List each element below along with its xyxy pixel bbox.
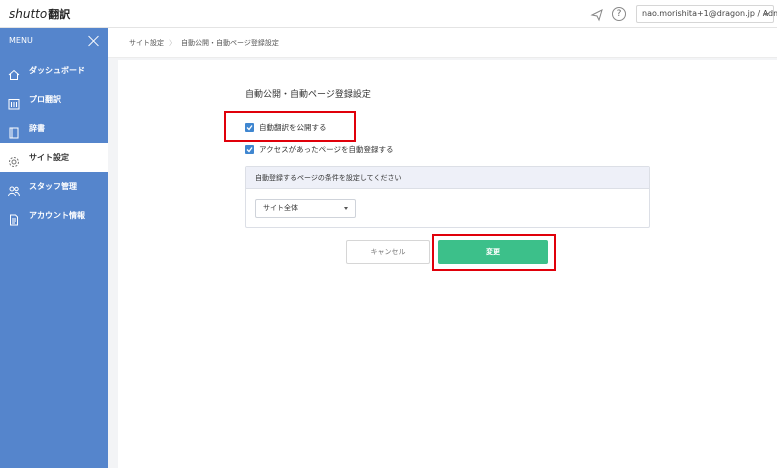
condition-select-value: サイト全体 xyxy=(263,204,298,212)
sidebar-nav: ダッシュボード プロ翻訳 辞書 サイト設定 スタッフ管理 アカウント情報 xyxy=(0,56,108,230)
sidebar-item-account[interactable]: アカウント情報 xyxy=(0,201,108,230)
logo-suffix: 翻訳 xyxy=(48,8,71,21)
sidebar-item-label: スタッフ管理 xyxy=(29,182,77,191)
users-icon xyxy=(8,180,20,197)
checkbox-checked-icon[interactable] xyxy=(245,145,254,154)
breadcrumb: サイト設定〉自動公開・自動ページ登録設定 xyxy=(108,28,777,58)
sidebar-item-pro-translation[interactable]: プロ翻訳 xyxy=(0,85,108,114)
document-icon xyxy=(8,209,20,226)
cancel-button[interactable]: キャンセル xyxy=(346,240,430,264)
highlight-box-submit xyxy=(432,234,556,271)
sidebar-item-dashboard[interactable]: ダッシュボード xyxy=(0,56,108,85)
gear-icon xyxy=(8,151,20,167)
book-icon xyxy=(8,122,20,139)
sidebar-item-label: プロ翻訳 xyxy=(29,95,61,104)
home-icon xyxy=(8,64,20,80)
sidebar-item-label: 辞書 xyxy=(29,124,45,133)
chevron-down-icon xyxy=(763,13,769,16)
close-icon[interactable] xyxy=(88,35,100,47)
checkbox-label: アクセスがあったページを自動登録する xyxy=(259,145,394,154)
calendar-icon xyxy=(8,93,20,110)
logo-text: shutto xyxy=(9,7,48,21)
user-menu-dropdown[interactable]: nao.morishita+1@dragon.jp / Admin xyxy=(636,5,777,23)
sidebar-menu-header: MENU xyxy=(0,28,108,54)
sidebar-item-site-settings[interactable]: サイト設定 xyxy=(0,143,108,172)
help-icon[interactable]: ? xyxy=(612,7,626,21)
sidebar-item-label: ダッシュボード xyxy=(29,66,85,75)
app-logo[interactable]: shutto翻訳 xyxy=(9,6,70,22)
condition-heading: 自動登録するページの条件を設定してください xyxy=(246,167,649,189)
sidebar-item-label: サイト設定 xyxy=(29,153,69,162)
condition-panel: 自動登録するページの条件を設定してください サイト全体 xyxy=(245,166,650,228)
page-title: 自動公開・自動ページ登録設定 xyxy=(245,90,371,100)
breadcrumb-item-current: 自動公開・自動ページ登録設定 xyxy=(181,39,279,47)
breadcrumb-item-site-settings[interactable]: サイト設定 xyxy=(129,39,164,47)
sidebar: MENU ダッシュボード プロ翻訳 辞書 サイト設定 スタッフ管理 アカウント情… xyxy=(0,28,108,468)
notification-icon[interactable] xyxy=(590,7,604,22)
user-menu-label: nao.morishita+1@dragon.jp / Admin xyxy=(642,9,777,18)
highlight-box-checkbox xyxy=(224,111,356,142)
sidebar-item-dictionary[interactable]: 辞書 xyxy=(0,114,108,143)
condition-select[interactable]: サイト全体 xyxy=(255,199,356,218)
menu-label: MENU xyxy=(9,36,33,45)
chevron-right-icon: 〉 xyxy=(169,39,176,47)
top-header: shutto翻訳 ? nao.morishita+1@dragon.jp / A… xyxy=(0,0,777,28)
sidebar-item-staff[interactable]: スタッフ管理 xyxy=(0,172,108,201)
sidebar-item-label: アカウント情報 xyxy=(29,211,85,220)
chevron-down-icon xyxy=(344,207,348,210)
